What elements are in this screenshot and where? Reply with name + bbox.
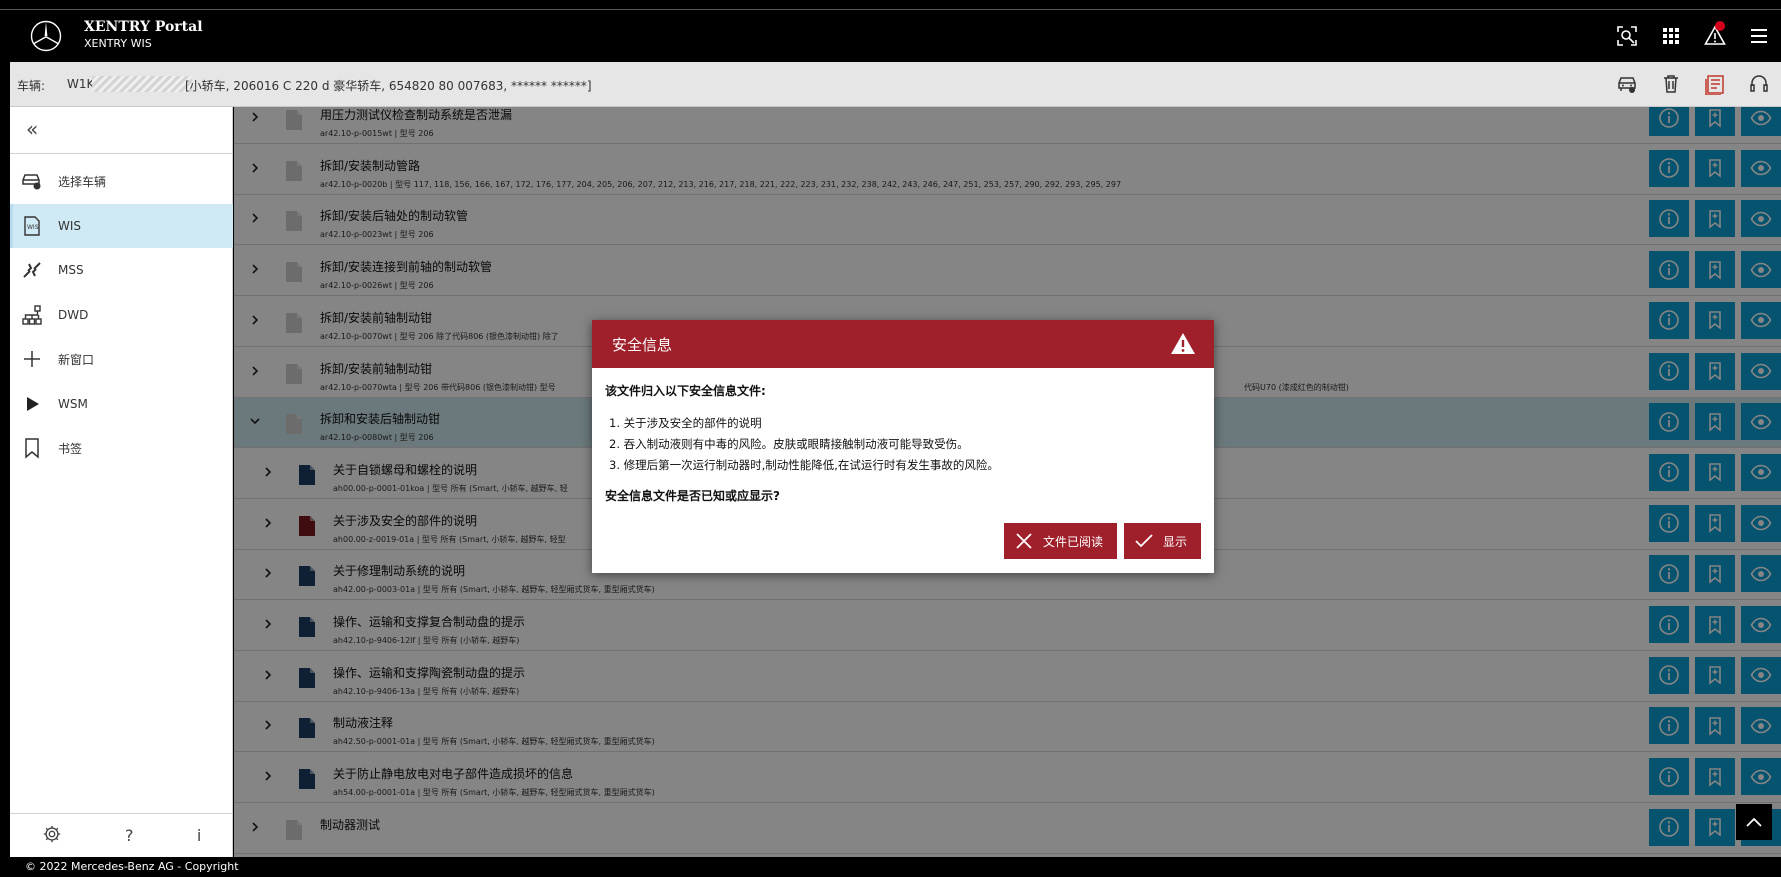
vin-prefix: W1K [67, 77, 95, 91]
header-bar: XENTRY Portal XENTRY WIS [10, 10, 1781, 62]
safety-doc-item: 1. 关于涉及安全的部件的说明 [609, 416, 762, 430]
car-icon[interactable] [1605, 72, 1649, 96]
sidebar-item-label: MSS [58, 263, 84, 278]
collapse-sidebar-icon[interactable]: « [26, 117, 56, 141]
plus-icon [20, 347, 44, 371]
info-icon[interactable]: i [197, 826, 201, 845]
sidebar-item-select-vehicle[interactable]: 选择车辆 [10, 159, 233, 204]
document-read-button[interactable]: 文件已阅读 [1003, 523, 1117, 559]
show-label: 显示 [1162, 534, 1187, 549]
dialog-body: 该文件归入以下安全信息文件: 1. 关于涉及安全的部件的说明 2. 吞入制动液则… [605, 382, 1205, 504]
dialog-question: 安全信息文件是否已知或应显示? [605, 489, 780, 503]
chevron-up-icon [1746, 817, 1762, 827]
sidebar-item-bookmarks[interactable]: 书签 [10, 426, 233, 471]
sidebar-item-label: DWD [58, 307, 89, 322]
close-icon [1016, 533, 1032, 549]
sidebar-divider [10, 153, 233, 154]
brand: XENTRY Portal XENTRY WIS [84, 19, 203, 51]
safety-info-dialog: 安全信息 该文件归入以下安全信息文件: 1. 关于涉及安全的部件的说明 2. 吞… [592, 320, 1214, 573]
settings-icon[interactable] [42, 824, 62, 848]
play-icon [20, 392, 44, 416]
network-icon [20, 303, 44, 327]
sidebar-item-new-window[interactable]: 新窗口 [10, 337, 233, 382]
apps-grid-icon[interactable] [1649, 24, 1693, 48]
sidebar-footer: ? i [10, 813, 233, 857]
sidebar-item-wsm[interactable]: WSM [10, 382, 233, 427]
car-search-icon [20, 169, 44, 193]
warning-triangle-icon [1170, 331, 1196, 357]
vehicle-label: 车辆: [17, 79, 46, 93]
sidebar-item-mss[interactable]: MSS [10, 248, 233, 293]
sidebar: « 选择车辆 WIS WIS MSS DWD 新窗口 WSM 书签 ? i [10, 107, 233, 857]
sidebar-item-dwd[interactable]: DWD [10, 293, 233, 338]
sidebar-nav: 选择车辆 WIS WIS MSS DWD 新窗口 WSM 书签 [10, 159, 233, 471]
help-icon[interactable]: ? [125, 826, 134, 845]
app-subtitle: XENTRY WIS [84, 37, 152, 50]
dialog-actions: 文件已阅读 显示 [997, 523, 1201, 559]
notification-dot [1715, 21, 1725, 31]
warning-icon[interactable] [1693, 21, 1737, 48]
safety-doc-item: 3. 修理后第一次运行制动器时,制动性能降低,在试运行时有发生事故的风险。 [609, 458, 999, 472]
document-read-label: 文件已阅读 [1042, 534, 1103, 549]
mss-icon [20, 258, 44, 282]
sidebar-item-label: 选择车辆 [58, 174, 107, 189]
safety-doc-list: 1. 关于涉及安全的部件的说明 2. 吞入制动液则有中毒的风险。皮肤或眼睛接触制… [605, 413, 1205, 476]
svg-text:WIS: WIS [27, 224, 39, 231]
copyright-footer: © 2022 Mercedes-Benz AG - Copyright [10, 857, 1781, 877]
scan-icon[interactable] [1605, 24, 1649, 48]
show-button[interactable]: 显示 [1123, 523, 1201, 559]
sidebar-item-label: WSM [58, 396, 88, 411]
dialog-intro: 该文件归入以下安全信息文件: [605, 384, 766, 398]
mercedes-star-logo-icon[interactable] [30, 20, 62, 52]
sidebar-item-label: WIS [58, 218, 82, 233]
vin-masked [92, 76, 192, 92]
headset-icon[interactable] [1737, 72, 1781, 96]
dialog-header: 安全信息 [592, 320, 1214, 368]
trash-icon[interactable] [1649, 72, 1693, 96]
dialog-title: 安全信息 [612, 336, 673, 354]
check-icon [1135, 534, 1153, 548]
app-window: XENTRY Portal XENTRY WIS 车辆: W1K [小轿车, 2… [0, 0, 1781, 877]
sidebar-item-wis[interactable]: WIS WIS [10, 203, 233, 248]
back-to-top-button[interactable] [1736, 804, 1772, 840]
sidebar-item-label: 书签 [58, 441, 83, 456]
app-title: XENTRY Portal [84, 19, 203, 35]
header-icons [1605, 21, 1781, 48]
sidebar-item-label: 新窗口 [58, 352, 95, 367]
safety-doc-item: 2. 吞入制动液则有中毒的风险。皮肤或眼睛接触制动液可能导致受伤。 [609, 437, 969, 451]
wis-doc-icon: WIS [20, 214, 44, 238]
vehicle-description: [小轿车, 206016 C 220 d 豪华轿车, 654820 80 007… [185, 79, 592, 93]
vehicle-actions [1605, 72, 1781, 96]
menu-icon[interactable] [1737, 24, 1781, 48]
vehicle-bar: 车辆: W1K [小轿车, 206016 C 220 d 豪华轿车, 65482… [10, 62, 1781, 107]
bookmark-icon [20, 436, 44, 460]
report-icon[interactable] [1693, 72, 1737, 96]
